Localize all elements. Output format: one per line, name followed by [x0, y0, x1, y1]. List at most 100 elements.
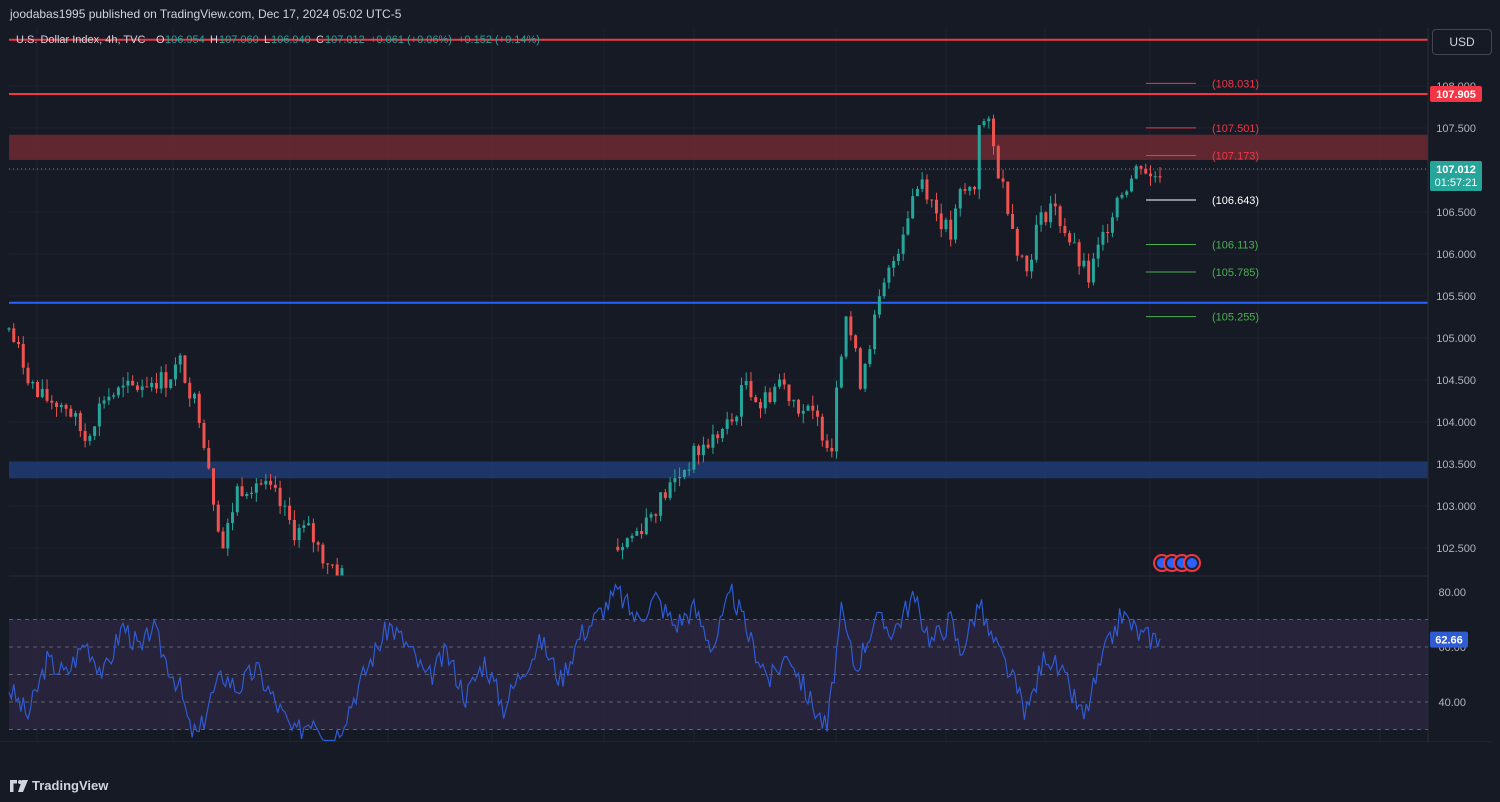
- rsi-pane: 80.0060.0040.0062.66: [8, 583, 1468, 742]
- legend-close: 107.012: [325, 34, 365, 46]
- candle-body: [920, 179, 924, 189]
- candle-body: [887, 267, 891, 283]
- candle-body: [97, 403, 101, 427]
- candle-body: [116, 387, 120, 396]
- candle-body: [78, 413, 82, 432]
- candle-body: [135, 385, 139, 391]
- candle-body: [1144, 168, 1148, 174]
- candle-body: [697, 445, 701, 456]
- candle-body: [944, 219, 948, 230]
- candle-body: [1101, 232, 1105, 245]
- candle-body: [45, 388, 49, 401]
- candle-body: [1110, 217, 1114, 233]
- candle-body: [739, 385, 743, 417]
- candle-body: [226, 523, 230, 549]
- candle-body: [273, 484, 277, 488]
- candle-body: [787, 384, 791, 402]
- candle-body: [159, 372, 163, 389]
- candle-body: [992, 118, 996, 147]
- level-labels: (108.031) (107.501) (107.173) (106.643) (106…: [1146, 78, 1259, 324]
- candle-body: [340, 568, 344, 576]
- y-tick-label: 103.000: [1436, 501, 1476, 513]
- candle-body: [1020, 255, 1024, 257]
- candle-body: [1015, 228, 1019, 256]
- candle-body: [1063, 226, 1067, 234]
- legend-l-label: L: [264, 34, 270, 46]
- zone-1: [9, 461, 1428, 479]
- candle-body: [1068, 233, 1072, 243]
- top-bar: joodabas1995 published on TradingView.co…: [0, 0, 1500, 28]
- candle-body: [953, 208, 957, 240]
- candle-body: [882, 282, 886, 297]
- candle-body: [1044, 212, 1048, 223]
- candle-body: [768, 392, 772, 402]
- candle-body: [1158, 176, 1162, 178]
- candle-body: [678, 476, 682, 479]
- candle-body: [630, 535, 634, 539]
- candle-body: [245, 494, 249, 496]
- candle-body: [839, 356, 843, 388]
- level-label-3: (106.643): [1212, 195, 1259, 207]
- candle-body: [264, 480, 268, 485]
- candle-body: [754, 397, 758, 403]
- candle-body: [1011, 213, 1015, 229]
- candle-body: [744, 381, 748, 386]
- candle-body: [240, 486, 244, 496]
- candle-body: [949, 219, 953, 240]
- candle-body: [207, 447, 211, 469]
- candle-body: [74, 413, 78, 417]
- candle-body: [930, 199, 934, 201]
- candle-body: [326, 563, 330, 565]
- candle-body: [763, 392, 767, 409]
- price-chart[interactable]: (108.031) (107.501) (107.173) (106.643) (106…: [0, 28, 1491, 742]
- candle-body: [792, 399, 796, 402]
- candle-body: [330, 564, 334, 566]
- legend: U.S. Dollar Index, 4h, TVC O 106.954 H 1…: [16, 34, 540, 46]
- candle-body: [1039, 212, 1043, 225]
- level-label-2: (107.173): [1212, 150, 1259, 162]
- level-label-1: (107.501): [1212, 123, 1259, 135]
- chart-panel[interactable]: (108.031) (107.501) (107.173) (106.643) (106…: [0, 28, 1491, 742]
- candle-body: [844, 316, 848, 357]
- candle-body: [283, 505, 287, 507]
- candle-body: [154, 382, 158, 389]
- publisher-text: joodabas1995 published on TradingView.co…: [10, 7, 402, 21]
- legend-high: 107.060: [219, 34, 259, 46]
- candle-body: [868, 349, 872, 364]
- candle-body: [963, 189, 967, 191]
- candle-body: [121, 385, 125, 388]
- candle-body: [321, 544, 325, 564]
- candle-body: [996, 146, 1000, 179]
- candle-body: [88, 435, 92, 441]
- candle-body: [297, 528, 301, 541]
- us-flag-icon-inner: [1187, 558, 1197, 568]
- candles: [7, 114, 1162, 576]
- candle-body: [93, 426, 97, 436]
- candle-body: [69, 408, 73, 417]
- candle-body: [801, 410, 805, 414]
- candle-body: [188, 382, 192, 399]
- candle-body: [1082, 260, 1086, 267]
- candle-body: [12, 328, 16, 342]
- candle-body: [682, 470, 686, 477]
- candle-body: [235, 486, 239, 513]
- candle-body: [706, 444, 710, 448]
- candle-body: [212, 468, 216, 505]
- candle-body: [911, 196, 915, 219]
- candle-body: [892, 261, 896, 268]
- currency-button[interactable]: USD: [1432, 29, 1492, 55]
- candle-body: [316, 542, 320, 545]
- level-label-0: (108.031): [1212, 78, 1259, 90]
- candle-body: [178, 355, 182, 365]
- candle-body: [973, 186, 977, 190]
- candle-body: [1129, 178, 1133, 192]
- candle-body: [1025, 255, 1029, 272]
- candle-body: [192, 393, 196, 399]
- candle-body: [901, 234, 905, 254]
- candle-body: [816, 410, 820, 417]
- candle-body: [126, 380, 130, 386]
- candle-body: [716, 434, 720, 439]
- candle-body: [21, 344, 25, 368]
- candle-body: [1087, 260, 1091, 283]
- candle-body: [968, 186, 972, 191]
